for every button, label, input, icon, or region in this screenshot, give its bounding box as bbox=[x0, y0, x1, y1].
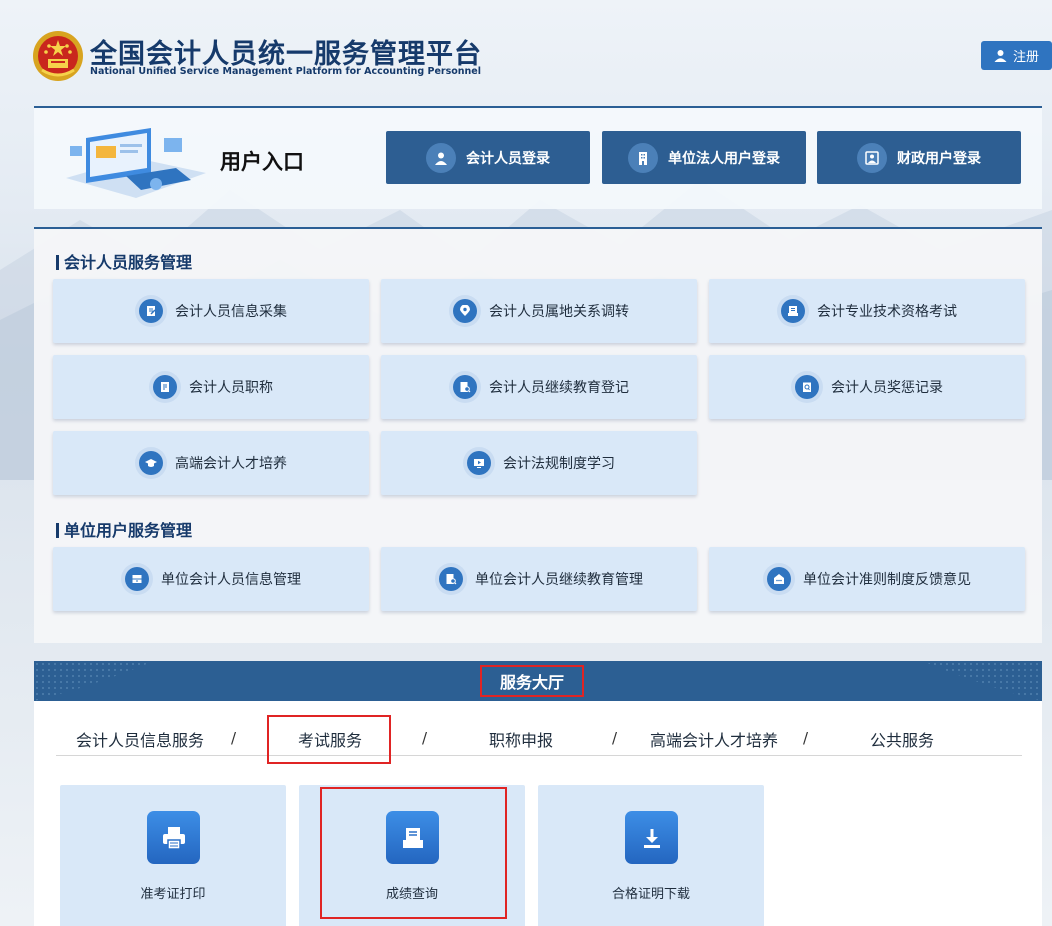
graduation-cap-icon bbox=[139, 451, 163, 475]
exam-paper-icon bbox=[781, 299, 805, 323]
user-icon bbox=[994, 50, 1007, 62]
card-label: 会计专业技术资格考试 bbox=[817, 304, 957, 320]
service-label: 准考证打印 bbox=[140, 887, 206, 902]
continuing-education-card[interactable]: 会计人员继续教育登记 bbox=[381, 355, 697, 419]
dot-pattern-left bbox=[34, 661, 154, 701]
card-label: 会计人员属地关系调转 bbox=[489, 304, 629, 320]
register-button[interactable]: 注册 bbox=[981, 41, 1052, 70]
card-label: 单位会计准则制度反馈意见 bbox=[803, 572, 971, 588]
video-play-icon bbox=[467, 451, 491, 475]
user-entry-panel: 用户入口 会计人员登录 单位法人用户登录 财政用户登录 bbox=[34, 106, 1042, 209]
location-user-icon bbox=[453, 299, 477, 323]
entry-title: 用户入口 bbox=[220, 150, 304, 174]
tab-separator: / bbox=[612, 729, 618, 747]
active-tab-highlight-box bbox=[267, 715, 391, 764]
card-label: 高端会计人才培养 bbox=[175, 456, 287, 472]
login-label: 财政用户登录 bbox=[897, 150, 981, 167]
tab-title-application[interactable]: 职称申报 bbox=[489, 727, 553, 751]
certificate-download-card[interactable]: 合格证明下载 bbox=[538, 785, 764, 926]
qualification-exam-card[interactable]: 会计专业技术资格考试 bbox=[709, 279, 1025, 343]
document-edit-icon bbox=[139, 299, 163, 323]
tabs-divider bbox=[56, 755, 1022, 756]
certificate-icon bbox=[153, 375, 177, 399]
printer-icon bbox=[147, 811, 200, 864]
portrait-icon bbox=[857, 142, 887, 173]
score-query-highlight-box bbox=[320, 787, 507, 919]
service-label: 合格证明下载 bbox=[611, 887, 690, 902]
site-header: 全国会计人员统一服务管理平台 National Unified Service … bbox=[32, 30, 1052, 86]
legal-entity-login-button[interactable]: 单位法人用户登录 bbox=[602, 131, 806, 184]
accountant-login-button[interactable]: 会计人员登录 bbox=[386, 131, 590, 184]
login-label: 会计人员登录 bbox=[466, 150, 550, 167]
download-icon bbox=[625, 811, 678, 864]
rewards-record-card[interactable]: 会计人员奖惩记录 bbox=[709, 355, 1025, 419]
login-label: 单位法人用户登录 bbox=[668, 150, 780, 167]
card-label: 单位会计人员信息管理 bbox=[161, 572, 301, 588]
unit-education-management-card[interactable]: 单位会计人员继续教育管理 bbox=[381, 547, 697, 611]
service-hall-header: 服务大厅 bbox=[34, 661, 1042, 701]
person-icon bbox=[426, 142, 456, 173]
accountant-services-title: 会计人员服务管理 bbox=[56, 249, 192, 273]
tab-accountant-info[interactable]: 会计人员信息服务 bbox=[76, 727, 204, 751]
document-search-icon bbox=[439, 567, 463, 591]
service-hall-title: 服务大厅 bbox=[480, 665, 584, 697]
tab-talent-training[interactable]: 高端会计人才培养 bbox=[650, 727, 778, 751]
admission-ticket-print-card[interactable]: 准考证打印 bbox=[60, 785, 286, 926]
drawer-icon bbox=[125, 567, 149, 591]
document-search-icon bbox=[453, 375, 477, 399]
standards-feedback-card[interactable]: 单位会计准则制度反馈意见 bbox=[709, 547, 1025, 611]
unit-services-title: 单位用户服务管理 bbox=[56, 517, 192, 541]
tab-separator: / bbox=[422, 729, 428, 747]
professional-title-card[interactable]: 会计人员职称 bbox=[53, 355, 369, 419]
service-management-panel: 会计人员服务管理 会计人员信息采集 会计人员属地关系调转 会计专业技术资格考试 … bbox=[34, 227, 1042, 643]
register-label: 注册 bbox=[1012, 50, 1039, 65]
building-icon bbox=[628, 142, 658, 173]
tab-separator: / bbox=[231, 729, 237, 747]
card-label: 会计人员职称 bbox=[189, 380, 273, 396]
card-label: 会计人员信息采集 bbox=[175, 304, 287, 320]
unit-info-management-card[interactable]: 单位会计人员信息管理 bbox=[53, 547, 369, 611]
territory-transfer-card[interactable]: 会计人员属地关系调转 bbox=[381, 279, 697, 343]
card-label: 会计法规制度学习 bbox=[503, 456, 615, 472]
tab-public-services[interactable]: 公共服务 bbox=[870, 727, 934, 751]
finance-login-button[interactable]: 财政用户登录 bbox=[817, 131, 1021, 184]
tab-separator: / bbox=[803, 729, 809, 747]
site-subtitle: National Unified Service Management Plat… bbox=[90, 66, 481, 77]
clipboard-search-icon bbox=[795, 375, 819, 399]
info-collection-card[interactable]: 会计人员信息采集 bbox=[53, 279, 369, 343]
computer-illustration-icon bbox=[66, 128, 206, 198]
national-emblem-icon bbox=[33, 31, 83, 81]
regulation-learning-card[interactable]: 会计法规制度学习 bbox=[381, 431, 697, 495]
feedback-box-icon bbox=[767, 567, 791, 591]
card-label: 单位会计人员继续教育管理 bbox=[475, 572, 643, 588]
talent-training-card[interactable]: 高端会计人才培养 bbox=[53, 431, 369, 495]
service-hall: 服务大厅 会计人员信息服务 / 考试服务 / 职称申报 / 高端会计人才培养 /… bbox=[34, 661, 1042, 926]
card-label: 会计人员继续教育登记 bbox=[489, 380, 629, 396]
card-label: 会计人员奖惩记录 bbox=[831, 380, 943, 396]
dot-pattern-right bbox=[922, 661, 1042, 701]
